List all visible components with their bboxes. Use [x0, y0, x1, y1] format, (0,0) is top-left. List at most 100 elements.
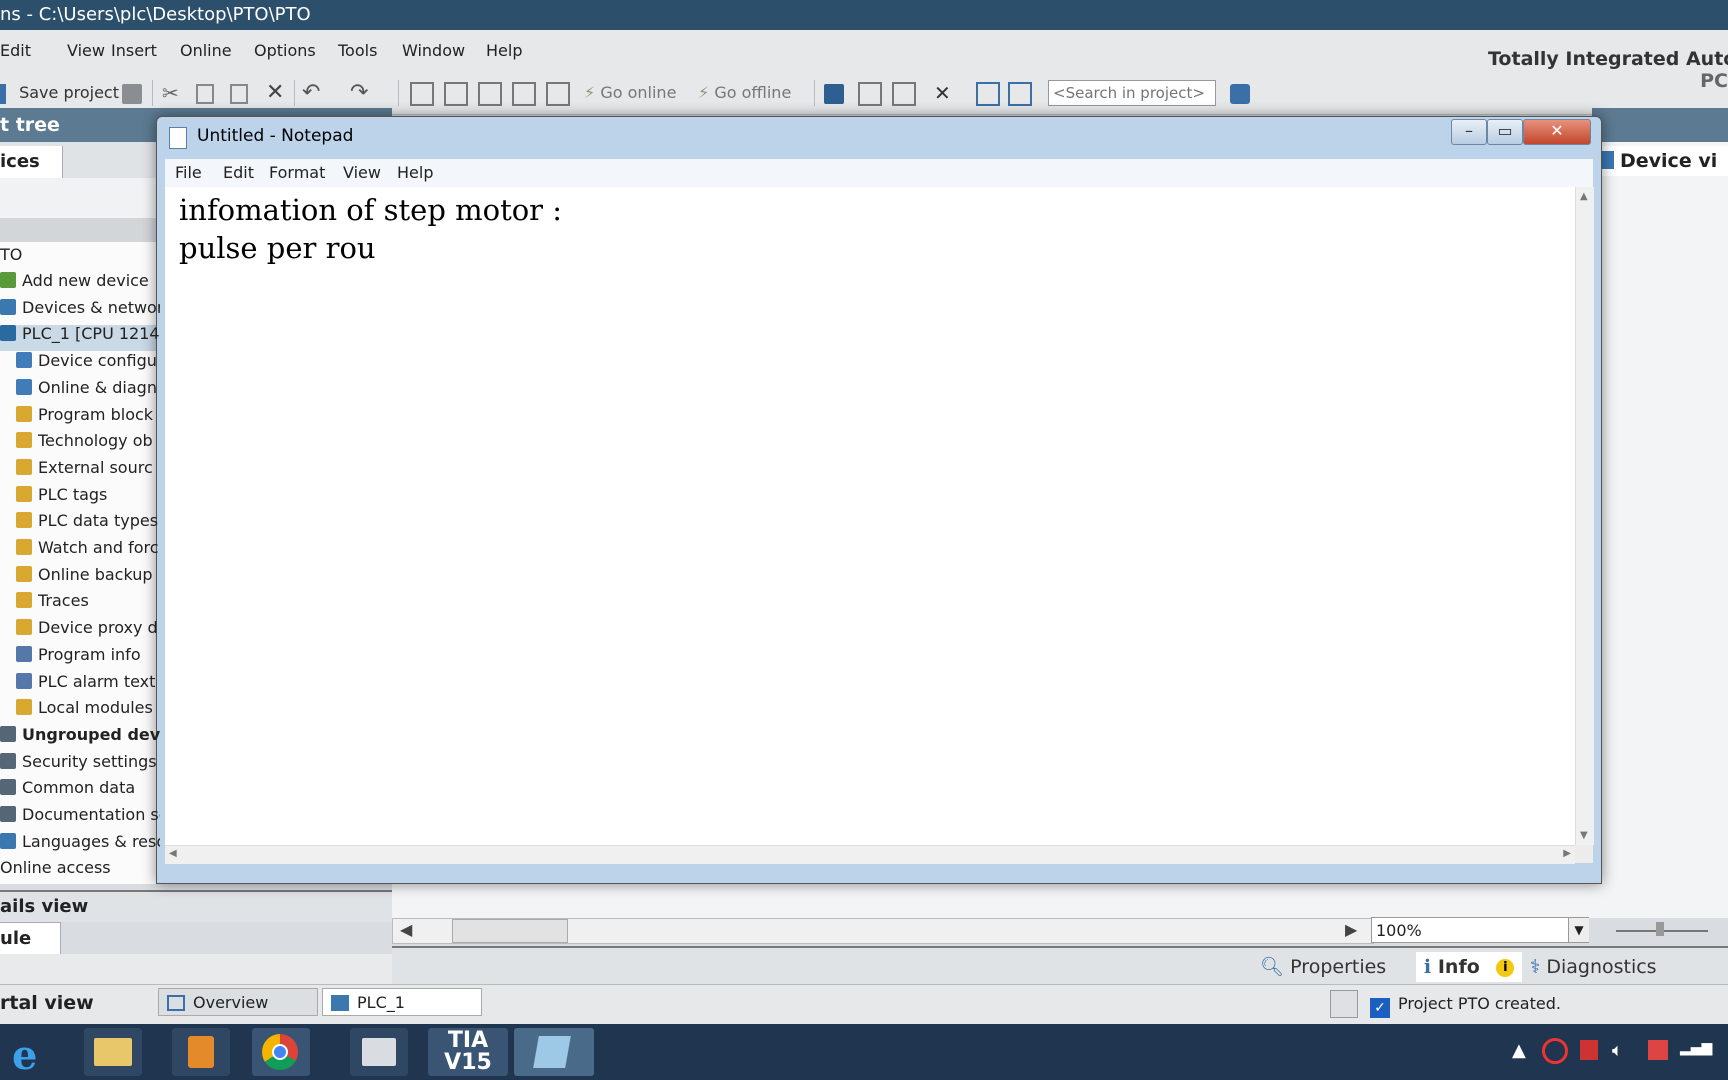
- notepad-vertical-scrollbar[interactable]: ▲ ▼: [1575, 187, 1594, 845]
- cross-reference-button[interactable]: ✕: [934, 80, 951, 106]
- tree-item[interactable]: PLC_1 [CPU 1214C: [0, 321, 160, 347]
- menu-view[interactable]: View: [67, 30, 105, 72]
- tree-item[interactable]: Ungrouped device: [0, 722, 160, 748]
- tree-item[interactable]: Traces: [16, 588, 160, 614]
- media-player-icon[interactable]: [172, 1028, 230, 1076]
- upload-button[interactable]: [478, 80, 502, 106]
- split-horizontal-button[interactable]: [976, 80, 1000, 106]
- notepad-menu-file[interactable]: File: [175, 159, 202, 187]
- menu-online[interactable]: Online: [180, 30, 232, 72]
- action-center-icon[interactable]: [1648, 1040, 1668, 1060]
- tab-properties[interactable]: 🔍︎ Properties: [1260, 952, 1386, 982]
- tree-item[interactable]: Languages & reso: [0, 829, 160, 855]
- scroll-right-icon[interactable]: ▶: [1345, 920, 1357, 939]
- scroll-left-icon[interactable]: ◀: [400, 920, 412, 939]
- accessible-devices-button[interactable]: [824, 80, 844, 106]
- tab-device-view[interactable]: Device vi: [1598, 146, 1728, 176]
- tab-devices[interactable]: ices: [0, 146, 63, 178]
- download-button[interactable]: [444, 80, 468, 106]
- minimize-button[interactable]: –: [1451, 119, 1487, 145]
- zoom-slider-handle[interactable]: [1656, 922, 1664, 936]
- tree-item[interactable]: Device proxy d: [16, 615, 160, 641]
- compile-button[interactable]: [410, 80, 434, 106]
- tree-item[interactable]: Common data: [0, 775, 160, 801]
- start-cpu-button[interactable]: [858, 80, 882, 106]
- tree-item[interactable]: PLC alarm text: [16, 669, 160, 695]
- go-offline-button[interactable]: ⚡ Go offline: [698, 80, 791, 106]
- tree-item[interactable]: PLC tags: [16, 482, 160, 508]
- tree-item[interactable]: External sourc: [16, 455, 160, 481]
- tree-item[interactable]: Online access: [0, 855, 160, 881]
- split-vertical-button[interactable]: [1008, 80, 1032, 106]
- tree-item[interactable]: Technology ob: [16, 428, 160, 454]
- simulation-button[interactable]: [512, 80, 536, 106]
- scroll-left-icon[interactable]: ◀: [169, 848, 177, 859]
- paste-button[interactable]: [230, 80, 248, 106]
- editor-scroll-thumb[interactable]: [452, 919, 568, 943]
- tree-item[interactable]: Program block: [16, 402, 160, 428]
- details-tab-module[interactable]: ule: [0, 922, 61, 956]
- tab-info[interactable]: ℹ Info i: [1416, 952, 1523, 982]
- menu-tools[interactable]: Tools: [338, 30, 377, 72]
- menu-insert[interactable]: Insert: [111, 30, 157, 72]
- chrome-icon[interactable]: [252, 1028, 310, 1076]
- tab-overview[interactable]: Overview: [158, 988, 318, 1016]
- maximize-button[interactable]: ▭: [1487, 119, 1523, 145]
- search-in-project-input[interactable]: [1048, 80, 1216, 106]
- notepad-menu-help[interactable]: Help: [397, 159, 433, 187]
- network-icon[interactable]: ▂▄▆: [1680, 1040, 1712, 1056]
- tree-item[interactable]: Security settings: [0, 749, 160, 775]
- scroll-right-icon[interactable]: ▶: [1563, 848, 1571, 859]
- chevron-down-icon[interactable]: ▼: [1568, 918, 1589, 942]
- power-icon[interactable]: [1580, 1040, 1598, 1060]
- redo-button[interactable]: ↷: [350, 80, 368, 106]
- cut-button[interactable]: ✂: [162, 80, 179, 106]
- scroll-down-icon[interactable]: ▼: [1580, 830, 1588, 841]
- save-project-button[interactable]: Save project: [0, 80, 119, 106]
- volume-icon[interactable]: 🔈︎: [1612, 1040, 1623, 1061]
- status-details-icon[interactable]: [1330, 990, 1358, 1018]
- resize-grip[interactable]: [1575, 845, 1593, 863]
- internet-explorer-icon[interactable]: e: [2, 1028, 60, 1079]
- tab-diagnostics[interactable]: ⚕ Diagnostics: [1530, 952, 1657, 982]
- notepad-title-bar[interactable]: [157, 117, 1601, 159]
- tree-item[interactable]: Devices & networ: [0, 295, 160, 321]
- notepad-menu-view[interactable]: View: [343, 159, 381, 187]
- menu-options[interactable]: Options: [254, 30, 316, 72]
- tree-item[interactable]: Device configu: [16, 348, 160, 374]
- tree-item[interactable]: Online & diagn: [16, 375, 160, 401]
- file-explorer-icon[interactable]: [84, 1028, 142, 1076]
- tree-item[interactable]: Add new device: [0, 268, 160, 294]
- tree-root-project[interactable]: TO: [0, 242, 22, 268]
- notepad-horizontal-scrollbar[interactable]: ◀ ▶: [165, 845, 1575, 864]
- print-button[interactable]: [122, 80, 142, 106]
- delete-button[interactable]: ✕: [266, 80, 284, 106]
- stop-runtime-button[interactable]: [546, 80, 570, 106]
- scroll-up-icon[interactable]: ▲: [1580, 191, 1588, 202]
- search-button[interactable]: [1230, 80, 1250, 106]
- tree-item[interactable]: Online backup: [16, 562, 160, 588]
- tree-item[interactable]: Watch and forc: [16, 535, 160, 561]
- details-view-header[interactable]: ails view: [0, 890, 392, 922]
- tree-item[interactable]: Program info: [16, 642, 160, 668]
- tab-plc-1[interactable]: PLC_1: [322, 988, 482, 1016]
- tree-item[interactable]: PLC data types: [16, 508, 160, 534]
- notepad-taskbar-icon[interactable]: [514, 1028, 594, 1076]
- undo-button[interactable]: ↶: [302, 80, 320, 106]
- notepad-menu-edit[interactable]: Edit: [223, 159, 254, 187]
- menu-window[interactable]: Window: [402, 30, 465, 72]
- tia-portal-taskbar-icon[interactable]: TIA V15: [428, 1028, 508, 1076]
- tree-item[interactable]: Documentation se: [0, 802, 160, 828]
- menu-help[interactable]: Help: [486, 30, 522, 72]
- copy-button[interactable]: [196, 80, 214, 106]
- notepad-menu-format[interactable]: Format: [269, 159, 325, 187]
- show-hidden-icons[interactable]: ▲: [1512, 1040, 1526, 1061]
- notepad-text-area[interactable]: infomation of step motor : pulse per rou: [165, 187, 1575, 845]
- unikey-icon[interactable]: [350, 1028, 408, 1076]
- record-icon[interactable]: [1542, 1038, 1568, 1064]
- stop-cpu-button[interactable]: [892, 80, 916, 106]
- zoom-select[interactable]: 100%: [1371, 917, 1589, 943]
- go-online-button[interactable]: ⚡ Go online: [584, 80, 676, 106]
- portal-view-button[interactable]: rtal view: [0, 988, 94, 1018]
- menu-edit[interactable]: Edit: [0, 30, 31, 72]
